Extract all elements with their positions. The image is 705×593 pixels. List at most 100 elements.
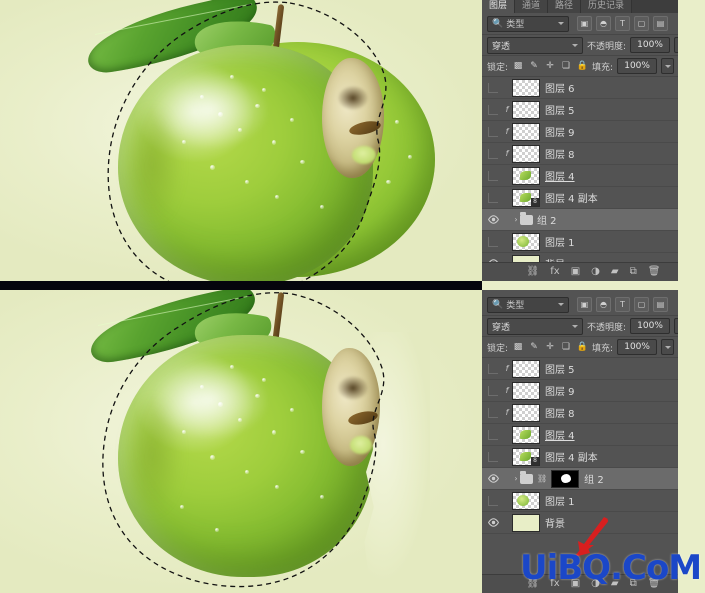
layer-visibility-empty[interactable] xyxy=(484,451,502,462)
filter-pixel-icon[interactable]: ▣ xyxy=(577,16,592,31)
filter-type-icon[interactable]: T xyxy=(615,297,630,312)
layer-thumbnail[interactable]: 8 xyxy=(512,447,540,466)
layer-thumbnail[interactable]: 8 xyxy=(512,188,540,207)
layer-visibility-eye-icon[interactable] xyxy=(484,215,502,224)
layer-row[interactable]: f 图层 9 xyxy=(482,121,705,143)
lock-artboard-nesting-icon[interactable]: ❏ xyxy=(560,60,572,72)
tab-layers[interactable]: 图层 xyxy=(482,0,516,13)
layer-thumbnail[interactable] xyxy=(512,425,540,444)
blend-mode-row[interactable]: 穿透 不透明度: 100% xyxy=(482,35,705,56)
lock-artboard-nesting-icon[interactable]: ❏ xyxy=(560,341,572,353)
lock-row[interactable]: 锁定: ▩ ✎ ✛ ❏ 🔒 填充: 100% xyxy=(482,56,705,77)
filter-icon-group[interactable]: ▣ ◓ T ▢ ▤ xyxy=(577,297,668,312)
layer-visibility-empty[interactable] xyxy=(484,363,502,374)
layer-visibility-empty[interactable] xyxy=(484,236,502,247)
layer-style-fx-icon[interactable]: fx xyxy=(550,267,559,277)
filter-shape-icon[interactable]: ▢ xyxy=(634,297,649,312)
layer-filter-row[interactable]: 🔍 类型 ▣ ◓ T ▢ ▤ xyxy=(482,13,705,35)
lock-transparent-pixels-icon[interactable]: ▩ xyxy=(512,341,524,353)
layer-row[interactable]: f 图层 5 xyxy=(482,358,705,380)
layer-visibility-empty[interactable] xyxy=(484,170,502,181)
layer-visibility-empty[interactable] xyxy=(484,104,502,115)
lock-position-icon[interactable]: ✛ xyxy=(544,341,556,353)
layer-row[interactable]: 图层 1 xyxy=(482,490,705,512)
canvas-before[interactable] xyxy=(0,0,482,281)
filter-smart-object-icon[interactable]: ▤ xyxy=(653,16,668,31)
layer-thumbnail[interactable] xyxy=(512,100,540,119)
panel-tab-bar[interactable]: 图层 通道 路径 历史记录 xyxy=(482,0,705,13)
filter-smart-object-icon[interactable]: ▤ xyxy=(653,297,668,312)
layer-visibility-empty[interactable] xyxy=(484,495,502,506)
filter-type-icon[interactable]: T xyxy=(615,16,630,31)
layer-name[interactable]: 图层 4 xyxy=(545,427,688,442)
layers-panel-before[interactable]: 图层 通道 路径 历史记录 🔍 类型 ▣ ◓ T ▢ ▤ 穿透 不透明度: 10… xyxy=(482,0,705,281)
layer-thumbnail[interactable] xyxy=(512,359,540,378)
filter-adjustment-icon[interactable]: ◓ xyxy=(596,16,611,31)
layer-list-before[interactable]: 图层 6f图层 5f图层 9f图层 8图层 4🔒8图层 4 副本›组 2图层 1… xyxy=(482,77,705,275)
panel-bottom-toolbar[interactable]: ⛓ fx ▣ ◑ ▰ ⧉ 🗑 xyxy=(482,262,705,281)
layer-row[interactable]: 图层 4🔒 xyxy=(482,165,705,187)
lock-image-pixels-icon[interactable]: ✎ xyxy=(528,60,540,72)
group-expand-chevron-icon[interactable]: › xyxy=(512,215,520,224)
layer-thumbnail[interactable] xyxy=(512,232,540,251)
layer-row[interactable]: 图层 4🔒 xyxy=(482,424,705,446)
delete-layer-icon[interactable]: 🗑 xyxy=(648,267,661,277)
layer-row[interactable]: 8 图层 4 副本 xyxy=(482,187,705,209)
layer-row[interactable]: 8 图层 4 副本 xyxy=(482,446,705,468)
fill-stepper[interactable] xyxy=(661,58,675,74)
fill-stepper[interactable] xyxy=(661,339,675,355)
group-expand-chevron-icon[interactable]: › xyxy=(512,474,520,483)
layer-visibility-empty[interactable] xyxy=(484,385,502,396)
layer-visibility-empty[interactable] xyxy=(484,126,502,137)
layer-visibility-empty[interactable] xyxy=(484,407,502,418)
opacity-input[interactable]: 100% xyxy=(630,318,671,334)
filter-adjustment-icon[interactable]: ◓ xyxy=(596,297,611,312)
tab-channels[interactable]: 通道 xyxy=(515,0,549,13)
layer-thumbnail[interactable] xyxy=(512,381,540,400)
blend-mode-select[interactable]: 穿透 xyxy=(487,317,583,335)
fill-input[interactable]: 100% xyxy=(617,58,658,74)
layer-row[interactable]: 图层 1 xyxy=(482,231,705,253)
layer-row[interactable]: f 图层 8 xyxy=(482,402,705,424)
chevron-down-icon[interactable] xyxy=(558,22,564,25)
add-layer-mask-icon[interactable]: ▣ xyxy=(571,267,580,277)
lock-all-icon[interactable]: 🔒 xyxy=(576,60,588,72)
new-layer-icon[interactable]: ⧉ xyxy=(630,267,637,277)
mask-link-icon[interactable]: ⛓ xyxy=(537,474,547,483)
layer-row[interactable]: f 图层 9 xyxy=(482,380,705,402)
lock-position-icon[interactable]: ✛ xyxy=(544,60,556,72)
layer-name[interactable]: 图层 4 xyxy=(545,168,688,183)
lock-transparent-pixels-icon[interactable]: ▩ xyxy=(512,60,524,72)
layer-row[interactable]: 图层 6 xyxy=(482,77,705,99)
layer-row[interactable]: f 图层 8 xyxy=(482,143,705,165)
layer-row[interactable]: › 组 2 xyxy=(482,209,705,231)
layer-name[interactable]: 背景 xyxy=(545,515,688,530)
lock-image-pixels-icon[interactable]: ✎ xyxy=(528,341,540,353)
layer-thumbnail[interactable] xyxy=(512,491,540,510)
layer-visibility-eye-icon[interactable] xyxy=(484,518,502,527)
layer-thumbnail[interactable] xyxy=(512,144,540,163)
chevron-down-icon[interactable] xyxy=(572,43,578,47)
filter-pixel-icon[interactable]: ▣ xyxy=(577,297,592,312)
layer-row[interactable]: f 图层 5 xyxy=(482,99,705,121)
layer-visibility-empty[interactable] xyxy=(484,192,502,203)
layer-visibility-eye-icon[interactable] xyxy=(484,474,502,483)
filter-icon-group[interactable]: ▣ ◓ T ▢ ▤ xyxy=(577,16,668,31)
layer-thumbnail[interactable] xyxy=(512,513,540,532)
lock-all-icon[interactable]: 🔒 xyxy=(576,341,588,353)
new-adjustment-layer-icon[interactable]: ◑ xyxy=(591,267,600,277)
layer-row[interactable]: › ⛓ 组 2 xyxy=(482,468,705,490)
layer-filter-row[interactable]: 🔍 类型 ▣ ◓ T ▢ ▤ xyxy=(482,294,705,316)
blend-mode-row[interactable]: 穿透 不透明度: 100% xyxy=(482,316,705,337)
layer-thumbnail[interactable] xyxy=(512,166,540,185)
layer-thumbnail[interactable] xyxy=(512,78,540,97)
chevron-down-icon[interactable] xyxy=(558,303,564,306)
chevron-down-icon[interactable] xyxy=(572,324,578,328)
layer-thumbnail[interactable] xyxy=(512,122,540,141)
filter-kind-select[interactable]: 🔍 类型 xyxy=(487,15,569,32)
filter-kind-select[interactable]: 🔍 类型 xyxy=(487,296,569,313)
layer-visibility-empty[interactable] xyxy=(484,429,502,440)
canvas-after[interactable] xyxy=(0,290,482,593)
layer-thumbnail[interactable] xyxy=(512,403,540,422)
opacity-input[interactable]: 100% xyxy=(630,37,671,53)
